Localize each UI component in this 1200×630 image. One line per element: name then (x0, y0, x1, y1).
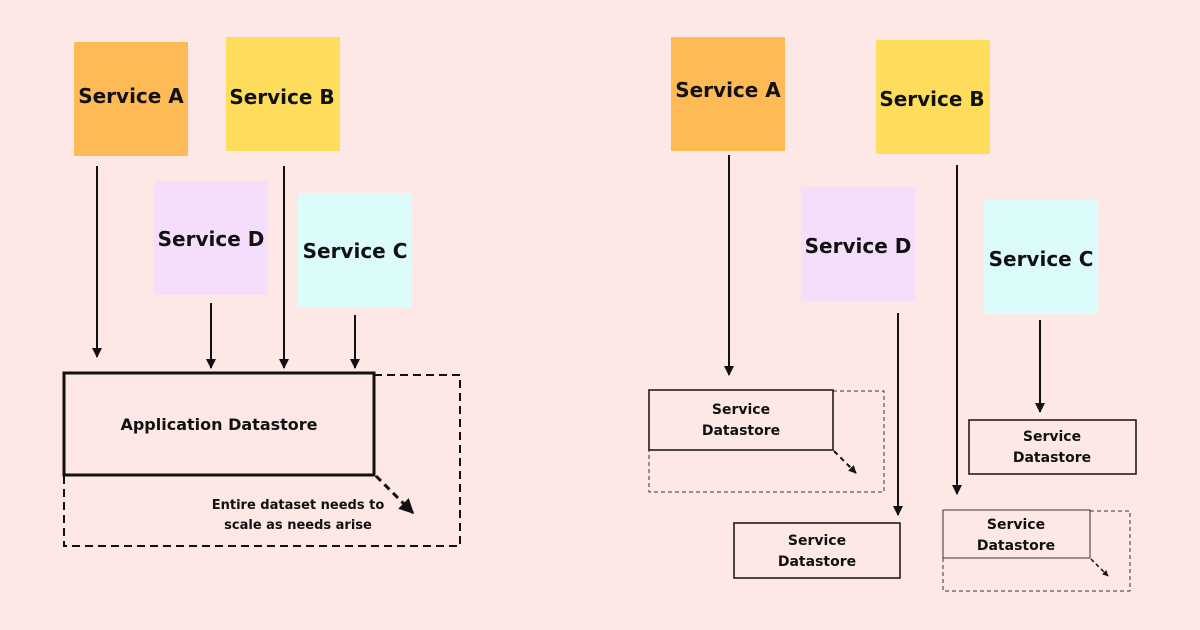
service-b-datastore-label-line-1: Service (987, 517, 1045, 533)
application-datastore-box[interactable]: Application Datastore (62, 371, 376, 477)
service-c-datastore-label-line-2: Datastore (1013, 450, 1091, 466)
right-service-c-label: Service C (989, 247, 1094, 271)
service-a-datastore-label-line-2: Datastore (702, 423, 780, 439)
service-a-datastore-border (648, 389, 834, 451)
right-service-a-label: Service A (675, 78, 781, 102)
left-service-c-box[interactable]: Service C (298, 193, 412, 307)
left-service-a-box[interactable]: Service A (74, 42, 188, 156)
left-service-a-label: Service A (78, 84, 184, 108)
scale-note-line-2: scale as needs arise (224, 518, 372, 533)
left-service-c-label: Service C (303, 239, 408, 263)
right-service-c-box[interactable]: Service C (984, 200, 1098, 314)
architecture-diagram: Service A Service B Service D Service C … (62, 37, 1137, 592)
service-a-datastore-label-line-1: Service (712, 402, 770, 418)
right-service-a-box[interactable]: Service A (671, 37, 785, 151)
right-service-d-label: Service D (805, 234, 912, 258)
right-diagram: Service A Service B Service D Service C … (648, 37, 1137, 592)
service-b-datastore-scale-arrow (1090, 558, 1109, 577)
service-d-datastore-label-line-1: Service (788, 533, 846, 549)
service-d-datastore-box[interactable]: Service Datastore (733, 522, 901, 579)
left-diagram: Service A Service B Service D Service C … (62, 37, 461, 547)
service-c-datastore-box[interactable]: Service Datastore (968, 419, 1137, 475)
right-service-d-box[interactable]: Service D (801, 187, 915, 301)
service-b-datastore-label-line-2: Datastore (977, 538, 1055, 554)
left-service-d-label: Service D (158, 227, 265, 251)
left-service-b-label: Service B (229, 85, 334, 109)
scale-note-line-1: Entire dataset needs to (212, 498, 385, 513)
right-service-b-label: Service B (879, 87, 984, 111)
service-c-datastore-label-line-1: Service (1023, 429, 1081, 445)
service-d-datastore-label-line-2: Datastore (778, 554, 856, 570)
left-service-b-box[interactable]: Service B (226, 37, 340, 151)
service-b-datastore-box[interactable]: Service Datastore (942, 509, 1091, 559)
application-datastore-label: Application Datastore (120, 415, 317, 434)
left-service-d-box[interactable]: Service D (154, 181, 268, 295)
right-service-b-box[interactable]: Service B (876, 40, 990, 154)
service-a-datastore-scale-arrow (833, 450, 857, 474)
service-a-datastore-box[interactable]: Service Datastore (648, 389, 834, 451)
